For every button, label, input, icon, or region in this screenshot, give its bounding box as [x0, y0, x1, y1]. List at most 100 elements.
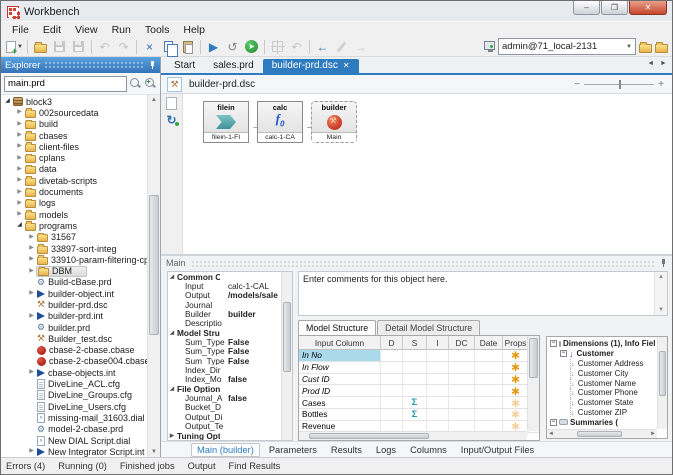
fields-tree-item[interactable]: ↓Customer Name: [550, 378, 653, 388]
dc-cell[interactable]: [449, 362, 475, 373]
expander-icon[interactable]: ▶: [27, 267, 36, 276]
column-header-s[interactable]: S: [403, 336, 427, 349]
fields-hscrollbar[interactable]: ◄ ►: [547, 429, 657, 438]
expander-icon[interactable]: ◢: [168, 386, 176, 392]
search-expand-icon[interactable]: +: [144, 77, 157, 90]
tree-item[interactable]: ▶ divetab-scripts: [1, 175, 160, 186]
collapse-icon[interactable]: −: [550, 340, 557, 347]
expander-icon[interactable]: ▶: [27, 233, 36, 242]
tree-item[interactable]: ⚒ builder-prd.dsc: [1, 299, 160, 310]
fields-tree-item[interactable]: ↓Customer Address: [550, 359, 653, 369]
property-row[interactable]: Output_Di: [168, 412, 292, 421]
open-folder-button[interactable]: [31, 38, 50, 55]
props-cell[interactable]: ∗: [503, 385, 529, 396]
scroll-thumb[interactable]: [529, 338, 538, 378]
input-column-cell[interactable]: Bottles: [299, 409, 381, 420]
tree-item[interactable]: ▶ DBM: [1, 265, 160, 276]
status-item-finished-jobs[interactable]: Finished jobs: [120, 461, 175, 471]
date-cell[interactable]: [475, 397, 503, 408]
tree-item[interactable]: ⚙ Build-cBase.prd: [1, 277, 160, 288]
tree-item[interactable]: ▶ cplans: [1, 152, 160, 163]
tree-item[interactable]: cbase-2-cbase.cbase: [1, 345, 160, 356]
tree-item[interactable]: ▶ cbase-objects.int: [1, 367, 160, 378]
expander-icon[interactable]: ▶: [27, 289, 36, 298]
table-scrollbar[interactable]: [527, 336, 539, 431]
status-item-running-0-[interactable]: Running (0): [58, 461, 107, 471]
tree-item[interactable]: ◢ block3: [1, 96, 160, 107]
property-row[interactable]: Index_Dir: [168, 365, 292, 374]
column-header-date[interactable]: Date: [475, 336, 503, 349]
status-item-output[interactable]: Output: [188, 461, 216, 471]
status-item-errors-4-[interactable]: Errors (4): [6, 461, 45, 471]
props-cell[interactable]: ∗: [503, 350, 529, 361]
property-row[interactable]: Output_Te: [168, 422, 292, 431]
expander-icon[interactable]: ▶: [27, 447, 36, 456]
input-column-cell[interactable]: In No: [299, 350, 381, 361]
redo-button[interactable]: ↷: [114, 38, 133, 55]
table-row[interactable]: Cases Σ ∗: [299, 397, 539, 409]
s-cell[interactable]: Σ: [403, 409, 427, 420]
zoom-slider[interactable]: − +: [574, 79, 664, 90]
d-cell[interactable]: [381, 350, 403, 361]
tree-item[interactable]: ▶ 002sourcedata: [1, 107, 160, 118]
scroll-right-icon[interactable]: ►: [650, 430, 656, 439]
new-file-button[interactable]: +▼: [5, 38, 24, 55]
fields-tree-item[interactable]: −↓Customer: [550, 349, 653, 359]
copy-button[interactable]: [159, 38, 178, 55]
close-button[interactable]: ✕: [629, 1, 667, 15]
input-column-cell[interactable]: Prod ID: [299, 385, 381, 396]
document-tab-builder-prd-dsc[interactable]: builder-prd.dsc✕: [263, 59, 359, 73]
d-cell[interactable]: [381, 385, 403, 396]
tree-item[interactable]: ▶ models: [1, 209, 160, 220]
expander-icon[interactable]: ▶: [15, 165, 24, 174]
fields-scrollbar[interactable]: [657, 337, 667, 429]
property-row[interactable]: Bucket_D: [168, 403, 292, 412]
fields-tree-item[interactable]: −Dimensions (1), Info Fiel: [550, 339, 653, 349]
back-button[interactable]: ←: [313, 38, 332, 55]
zoom-in-icon[interactable]: +: [658, 79, 664, 90]
view-tab-input-output-files[interactable]: Input/Output Files: [456, 444, 539, 456]
expander-icon[interactable]: ▶: [15, 176, 24, 185]
expander-icon[interactable]: ▶: [27, 244, 36, 253]
search-icon[interactable]: [129, 77, 142, 90]
property-row[interactable]: ◢ File Options: [168, 384, 292, 393]
date-cell[interactable]: [475, 362, 503, 373]
menu-item-file[interactable]: File: [5, 23, 36, 37]
s-cell[interactable]: [403, 421, 427, 432]
expander-icon[interactable]: ▶: [15, 199, 24, 208]
document-tab-start[interactable]: Start: [165, 59, 204, 73]
expander-icon[interactable]: ▶: [27, 312, 36, 321]
expander-icon[interactable]: ▶: [15, 142, 24, 151]
tree-item[interactable]: ▶ cbases: [1, 130, 160, 141]
view-tab-columns[interactable]: Columns: [405, 444, 452, 456]
props-star-icon[interactable]: ∗: [510, 410, 520, 418]
run-all-button[interactable]: ➤: [242, 38, 261, 55]
date-cell[interactable]: [475, 409, 503, 420]
table-hscrollbar[interactable]: [299, 431, 527, 440]
fields-tree-item[interactable]: ↓Customer Phone: [550, 388, 653, 398]
title-bar[interactable]: Workbench – ❐ ✕: [1, 1, 672, 21]
props-cell[interactable]: ∗: [503, 409, 529, 420]
forward-button[interactable]: →: [351, 38, 370, 55]
tree-item[interactable]: cbase-2-cbase004.cbase: [1, 356, 160, 367]
scroll-thumb[interactable]: [149, 195, 159, 335]
d-cell[interactable]: [381, 421, 403, 432]
tree-item[interactable]: ▶ 31567: [1, 232, 160, 243]
tab-close-icon[interactable]: ✕: [343, 61, 350, 70]
dc-cell[interactable]: [449, 397, 475, 408]
property-row[interactable]: Sum_Type False: [168, 337, 292, 346]
dc-cell[interactable]: [449, 409, 475, 420]
table-row[interactable]: Prod ID ∗: [299, 385, 539, 397]
reset-button[interactable]: ↺: [223, 38, 242, 55]
d-cell[interactable]: [381, 409, 403, 420]
sync-icon[interactable]: ↻: [166, 114, 176, 126]
dc-cell[interactable]: [449, 374, 475, 385]
scroll-thumb[interactable]: [659, 351, 666, 396]
props-star-icon[interactable]: ∗: [510, 375, 520, 383]
i-cell[interactable]: [427, 409, 449, 420]
open-project-icon[interactable]: [639, 44, 652, 53]
tab-scroll-arrows[interactable]: ◄ ►: [647, 60, 669, 67]
property-row[interactable]: ▶ Tuning Options: [168, 431, 292, 440]
property-row[interactable]: ◢ Common Options: [168, 272, 292, 281]
s-cell[interactable]: [403, 362, 427, 373]
